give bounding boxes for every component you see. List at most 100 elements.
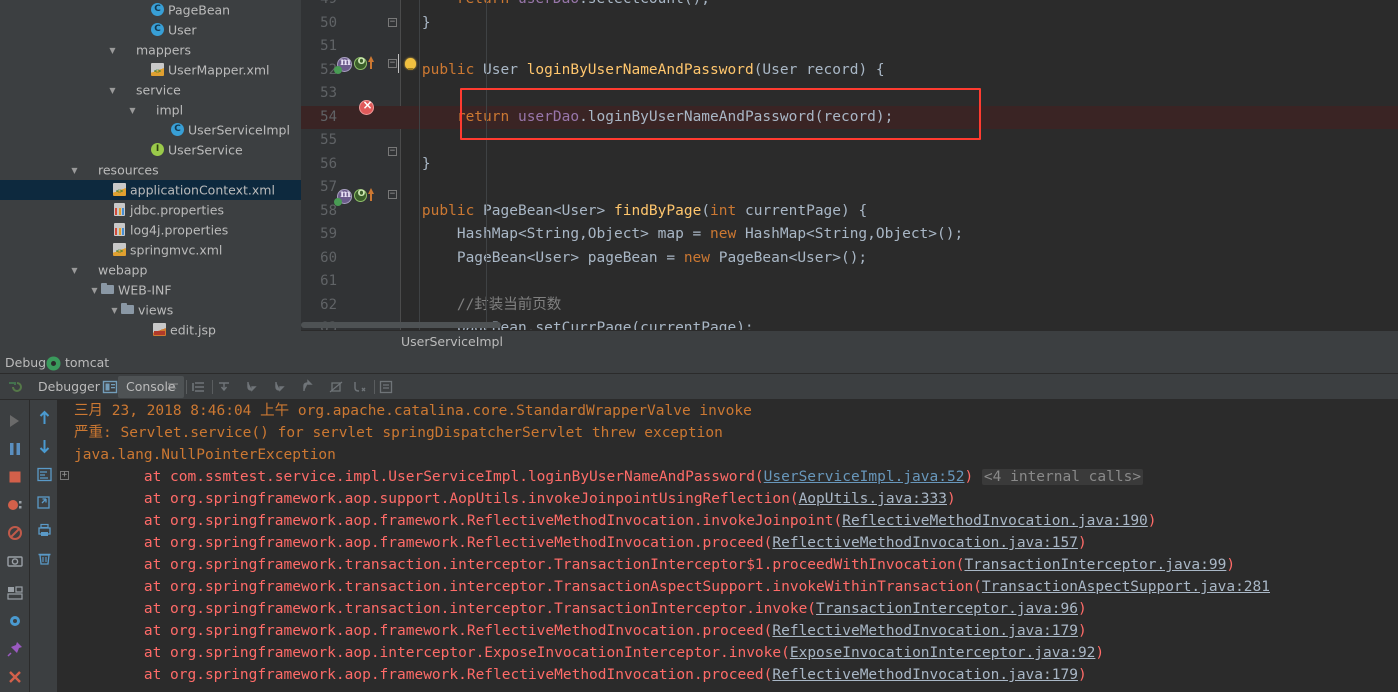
clear-all-icon[interactable] [36, 550, 53, 567]
override-marker-icon[interactable] [354, 189, 368, 202]
chevron-down-icon[interactable]: ▼ [127, 101, 138, 121]
restore-layout-icon[interactable] [6, 379, 22, 395]
show-execution-point-icon[interactable] [192, 379, 208, 395]
code-line-51[interactable]: 51 [301, 35, 1398, 59]
step-out-icon[interactable] [300, 379, 316, 395]
run-marker-icon[interactable] [334, 66, 342, 74]
console-output[interactable]: 三月 23, 2018 8:46:04 上午 org.apache.catali… [58, 400, 1398, 692]
soft-wrap-toggle-icon[interactable] [166, 379, 182, 395]
stop-program-icon[interactable] [6, 468, 24, 486]
tree-item-userservice[interactable]: UserService [0, 140, 301, 160]
print-icon[interactable] [36, 522, 53, 539]
tree-item-applicationcontext-xml[interactable]: applicationContext.xml [0, 180, 301, 200]
jsp-file-icon [152, 322, 167, 337]
code-editor[interactable]: 49 return userDao.selectCount();50 }5152… [301, 0, 1398, 330]
fold-collapse-icon[interactable]: − [388, 18, 397, 27]
console-line[interactable]: at org.springframework.aop.framework.Ref… [58, 620, 1398, 642]
tree-item-log4j-properties[interactable]: log4j.properties [0, 220, 301, 240]
override-marker-icon[interactable] [354, 57, 368, 70]
code-line-61[interactable]: 61 [301, 270, 1398, 294]
code-line-52[interactable]: 52 public User loginByUserNameAndPasswor… [301, 59, 1398, 83]
chevron-down-icon[interactable]: ▼ [89, 281, 100, 301]
code-line-59[interactable]: 59 HashMap<String,Object> map = new Hash… [301, 223, 1398, 247]
console-fold-icon[interactable]: + [60, 471, 69, 480]
scroll-down-icon[interactable] [36, 438, 53, 455]
camera-snapshot-icon[interactable] [6, 552, 24, 570]
layout-settings-icon[interactable] [6, 584, 24, 602]
chevron-down-icon[interactable]: ▼ [107, 41, 118, 61]
code-line-55[interactable]: 55 [301, 129, 1398, 153]
chevron-down-icon[interactable]: ▼ [107, 81, 118, 101]
console-line[interactable]: at org.springframework.aop.framework.Ref… [58, 510, 1398, 532]
tree-item-views[interactable]: ▼ views [0, 300, 301, 320]
console-line[interactable]: java.lang.NullPointerException [58, 444, 1398, 466]
force-step-into-icon[interactable] [272, 379, 288, 395]
console-scrollbar[interactable] [1390, 400, 1398, 692]
breadcrumb[interactable]: UserServiceImpl [301, 330, 1398, 352]
breadcrumb-class[interactable]: UserServiceImpl [401, 334, 503, 349]
pause-program-icon[interactable] [6, 440, 24, 458]
code-line-60[interactable]: 60 PageBean<User> pageBean = new PageBea… [301, 247, 1398, 271]
tree-item-webapp[interactable]: ▼ webapp [0, 260, 301, 280]
console-line-text: 严重: Servlet.service() for servlet spring… [74, 425, 723, 441]
fold-collapse-icon[interactable]: − [388, 59, 397, 68]
tree-item-mappers[interactable]: ▼ mappers [0, 40, 301, 60]
intention-bulb-icon[interactable] [405, 58, 416, 70]
resume-program-icon[interactable] [6, 412, 24, 430]
run-to-cursor-icon[interactable] [352, 379, 368, 395]
run-marker-icon[interactable] [334, 198, 342, 206]
console-line[interactable]: 严重: Servlet.service() for servlet spring… [58, 422, 1398, 444]
code-line-53[interactable]: 53 [301, 82, 1398, 106]
tree-item-userserviceimpl[interactable]: UserServiceImpl [0, 120, 301, 140]
console-line[interactable]: at org.springframework.aop.support.AopUt… [58, 488, 1398, 510]
chevron-down-icon[interactable]: ▼ [109, 301, 120, 321]
drop-frame-icon[interactable] [328, 379, 344, 395]
chevron-down-icon[interactable]: ▼ [69, 161, 80, 181]
chevron-down-icon[interactable]: ▼ [69, 261, 80, 281]
tree-item-edit-jsp[interactable]: edit.jsp [0, 320, 301, 340]
fold-collapse-icon[interactable]: − [388, 147, 397, 156]
console-line[interactable]: 三月 23, 2018 8:46:04 上午 org.apache.catali… [58, 400, 1398, 422]
console-line[interactable]: at org.springframework.transaction.inter… [58, 576, 1398, 598]
console-line[interactable]: + at com.ssmtest.service.impl.UserServic… [58, 466, 1398, 488]
fold-collapse-icon[interactable]: − [388, 190, 397, 199]
console-line[interactable]: at org.springframework.transaction.inter… [58, 554, 1398, 576]
soft-wrap-icon[interactable] [36, 466, 53, 483]
tree-item-impl[interactable]: ▼ impl [0, 100, 301, 120]
pin-icon[interactable] [6, 640, 24, 658]
tree-item-usermapper-xml[interactable]: UserMapper.xml [0, 60, 301, 80]
scroll-up-icon[interactable] [36, 410, 53, 427]
code-line-62[interactable]: 62 //封装当前页数 [301, 294, 1398, 318]
code-line-56[interactable]: 56 } [301, 153, 1398, 177]
tree-item-pagebean[interactable]: PageBean [0, 0, 301, 20]
tree-item-jdbc-properties[interactable]: jdbc.properties [0, 200, 301, 220]
breakpoint-icon[interactable] [359, 98, 375, 115]
close-icon[interactable] [6, 668, 24, 686]
tree-item-user[interactable]: User [0, 20, 301, 40]
console-line[interactable]: at org.springframework.aop.framework.Ref… [58, 532, 1398, 554]
tree-item-service[interactable]: ▼ service [0, 80, 301, 100]
code-line-49[interactable]: 49 return userDao.selectCount(); [301, 0, 1398, 12]
folder-icon [118, 82, 133, 97]
tab-debugger[interactable]: Debugger [30, 376, 108, 398]
step-over-icon[interactable] [216, 379, 232, 395]
code-line-50[interactable]: 50 } [301, 12, 1398, 36]
code-line-54[interactable]: 54 return userDao.loginByUserNameAndPass… [301, 105, 1398, 129]
tree-item-resources[interactable]: ▼ resources [0, 160, 301, 180]
line-number: 56 [320, 155, 337, 172]
tree-item-web-inf[interactable]: ▼ WEB-INF [0, 280, 301, 300]
tree-item-springmvc-xml[interactable]: springmvc.xml [0, 240, 301, 260]
settings-gear-icon[interactable] [6, 612, 24, 630]
mute-breakpoints-icon[interactable] [6, 524, 24, 542]
console-line[interactable]: at org.springframework.aop.framework.Ref… [58, 664, 1398, 686]
export-to-file-icon[interactable] [36, 494, 53, 511]
view-breakpoints-icon[interactable] [6, 496, 24, 514]
step-into-icon[interactable] [244, 379, 260, 395]
code-line-57[interactable]: 57 [301, 176, 1398, 200]
evaluate-expression-icon[interactable] [378, 379, 394, 395]
console-line[interactable]: at org.springframework.transaction.inter… [58, 598, 1398, 620]
console-line[interactable]: at org.springframework.aop.interceptor.E… [58, 642, 1398, 664]
code-line-58[interactable]: 58 public PageBean<User> findByPage(int … [301, 200, 1398, 224]
editor-horizontal-scrollbar[interactable] [301, 322, 501, 328]
project-tree[interactable]: PageBean User ▼ mappers UserMapper.xml ▼ servi… [0, 0, 301, 352]
